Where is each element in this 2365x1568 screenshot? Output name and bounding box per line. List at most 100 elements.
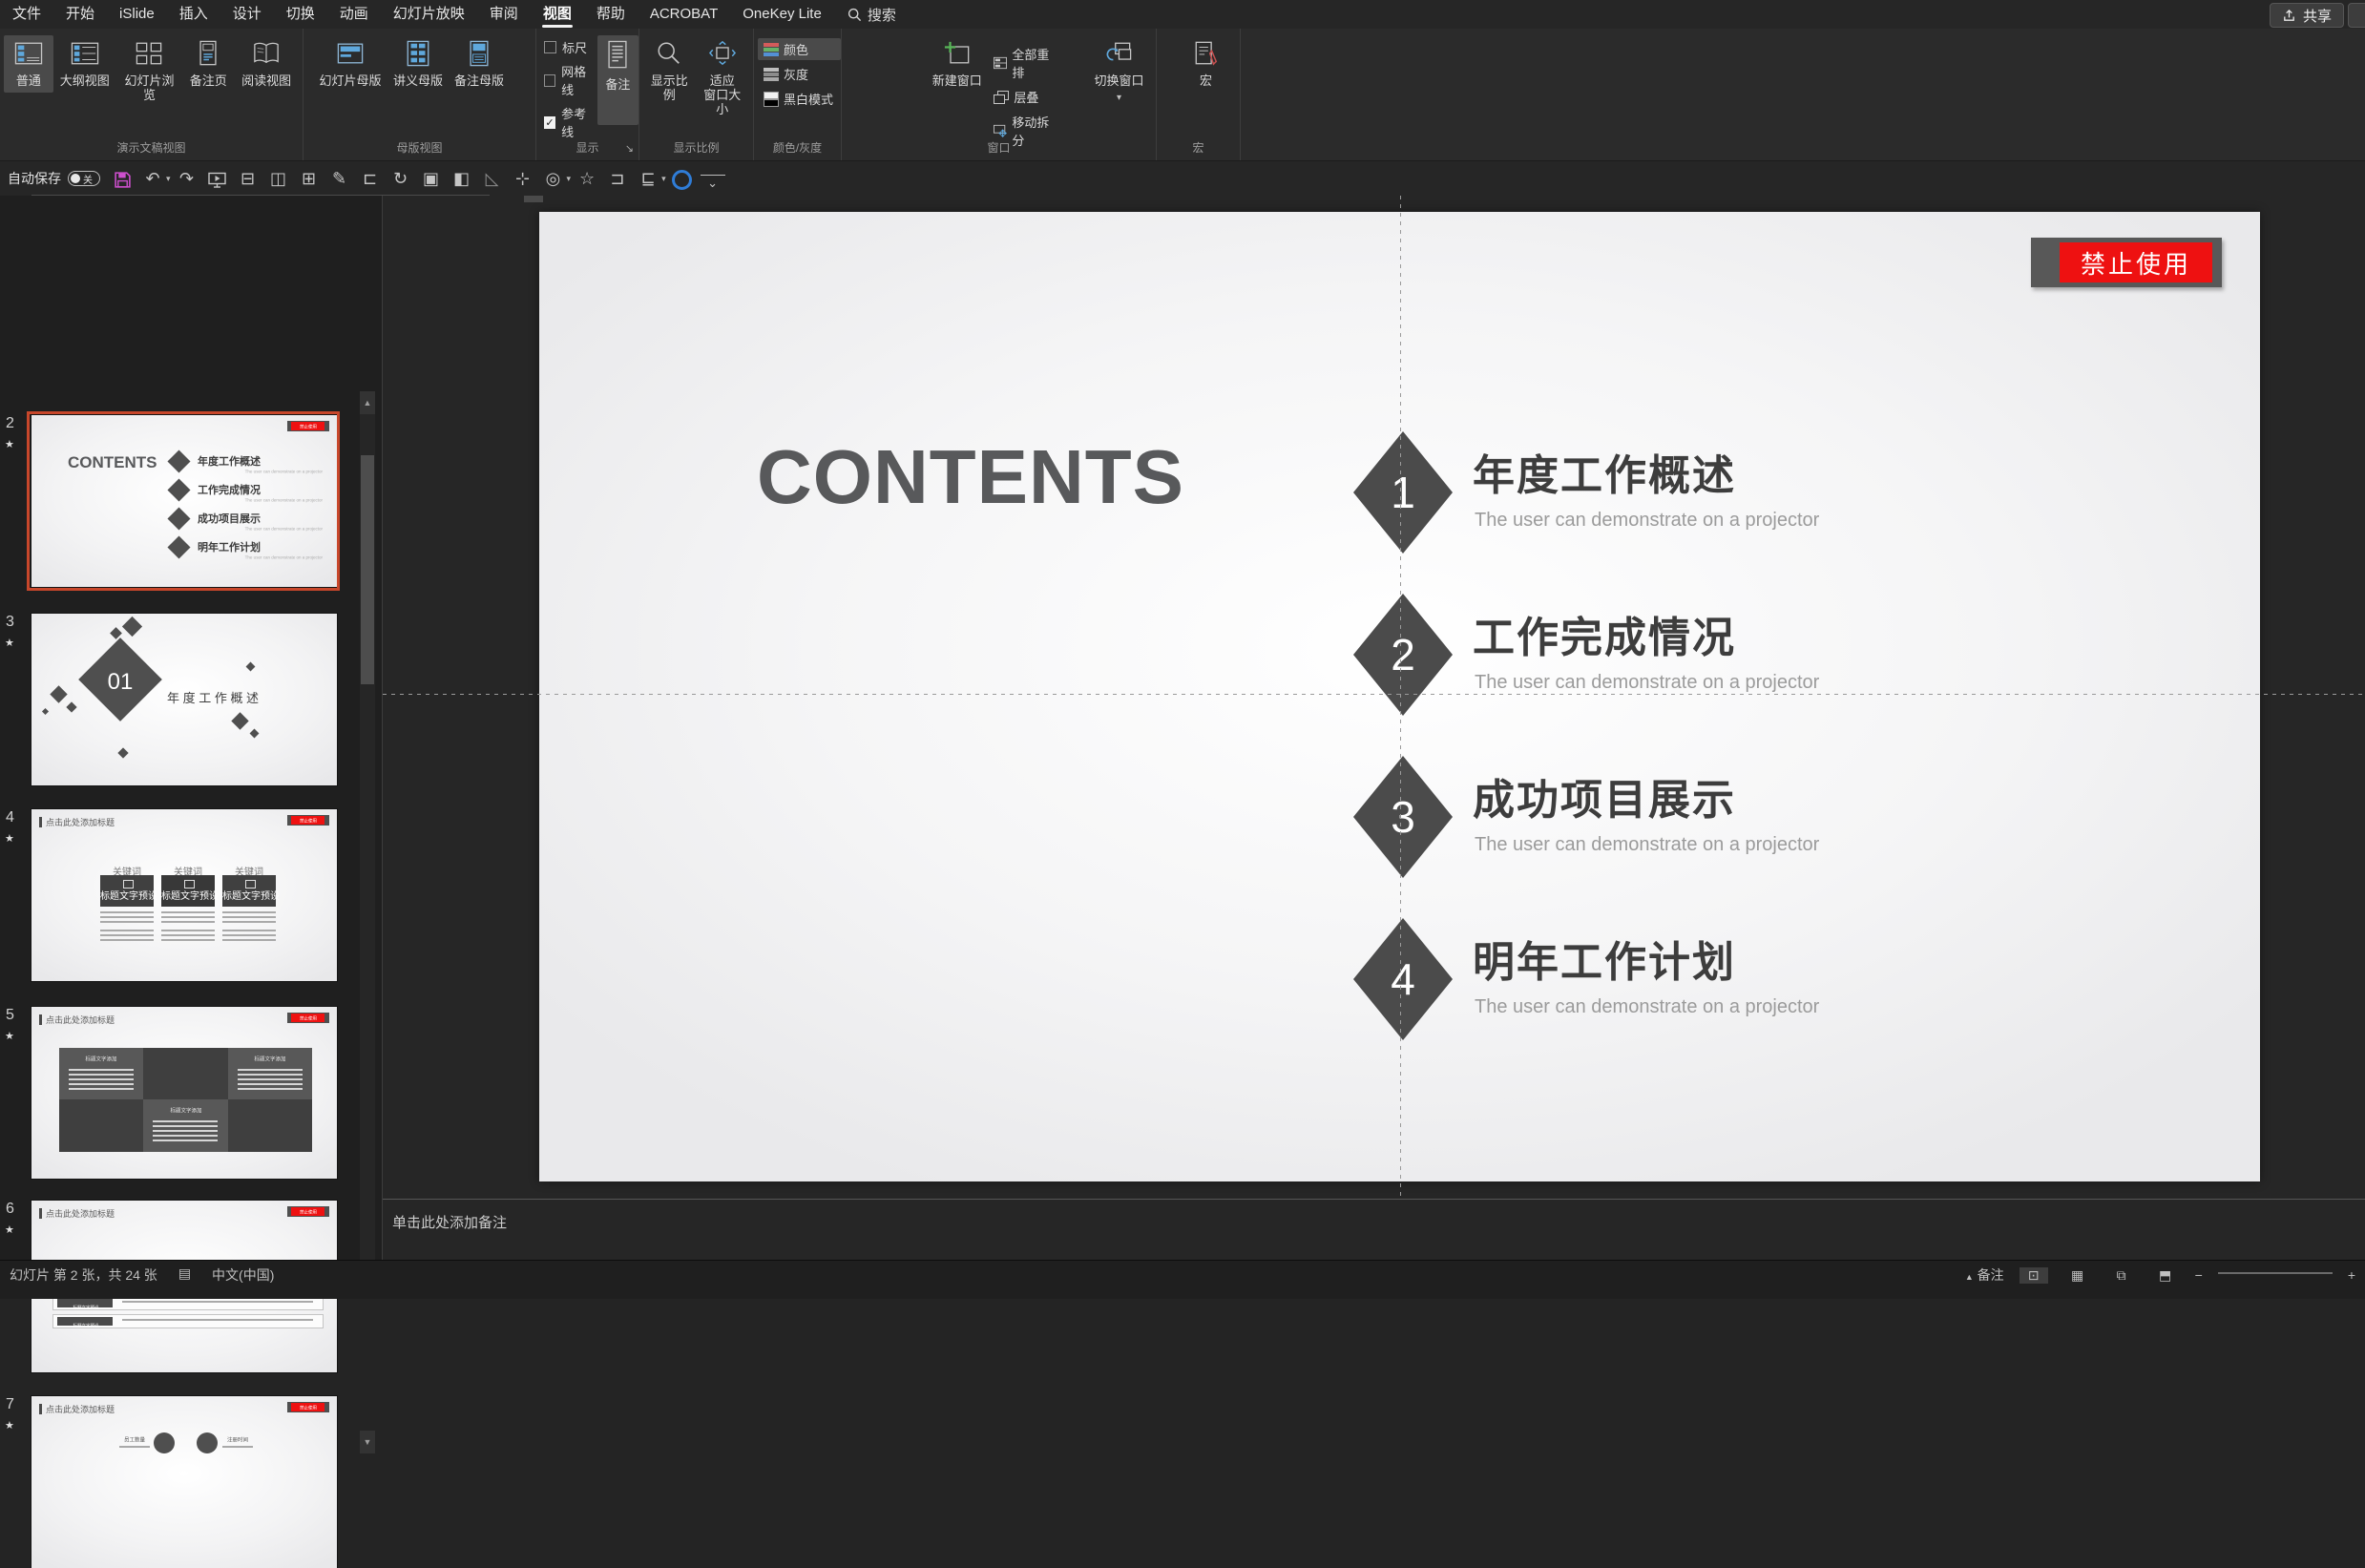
group-label-window: 窗口 <box>842 139 1156 156</box>
merge-shapes-icon[interactable]: ◎ <box>541 162 566 195</box>
tab-transitions[interactable]: 切换 <box>274 0 327 29</box>
edit-points-icon[interactable]: ◺ <box>480 162 505 195</box>
islide-tool-icon[interactable] <box>670 162 695 195</box>
slide-master-button[interactable]: 幻灯片母版 <box>313 35 387 93</box>
animation-painter-icon[interactable]: ☆ <box>575 162 599 195</box>
move-split-qat-icon[interactable]: ⊹ <box>511 162 535 195</box>
grayscale-button[interactable]: 灰度 <box>758 63 841 85</box>
spellcheck-icon[interactable]: ▤ <box>178 1265 191 1285</box>
status-bar: 幻灯片 第 2 张，共 24 张 ▤ 中文(中国) ▲ 备注 ⊡ ▦ ⧉ ⬒ −… <box>0 1260 2365 1299</box>
statusbar-reading-view-icon[interactable]: ⧉ <box>2107 1267 2136 1284</box>
distribute-horizontal-icon[interactable]: ◫ <box>266 162 291 195</box>
arrange-all-button[interactable]: 全部重排 <box>988 43 1061 83</box>
zoom-in-icon[interactable]: + <box>2348 1267 2355 1283</box>
slide-sorter-label: 幻灯片浏览 <box>119 73 180 102</box>
thumbnail-slide-4[interactable]: 点击此处添加标题 禁止使用 关键词 关键词 关键词 标题文字预设 标题文字预设 … <box>31 809 337 981</box>
tab-acrobat[interactable]: ACROBAT <box>638 0 730 29</box>
align-center-icon[interactable]: ⊟ <box>236 162 261 195</box>
notes-master-button[interactable]: 备注母版 <box>449 35 510 93</box>
fit-to-window-button[interactable]: 适应窗口大小 <box>696 35 749 121</box>
cascade-label: 层叠 <box>1014 88 1038 106</box>
notes-page-button[interactable]: 备注页 <box>182 35 234 93</box>
gridlines-checkbox[interactable]: 网格线 <box>544 62 596 98</box>
scroll-up-icon[interactable]: ▲ <box>360 391 375 414</box>
tab-onekey[interactable]: OneKey Lite <box>730 0 834 29</box>
macros-button[interactable]: 宏 <box>1182 35 1230 93</box>
editing-canvas[interactable]: CONTENTS 1 年度工作概述 The user can demonstra… <box>383 196 2365 1199</box>
tab-design[interactable]: 设计 <box>220 0 274 29</box>
align-objects-icon[interactable]: ⊑ <box>636 162 660 195</box>
outline-view-button[interactable]: 大纲视图 <box>53 35 116 93</box>
slide-sorter-button[interactable]: 幻灯片浏览 <box>116 35 183 107</box>
align-objects-dropdown-icon[interactable]: ▾ <box>661 174 666 184</box>
switch-windows-button[interactable]: 切换窗口 ▾ <box>1086 35 1152 107</box>
move-object-icon[interactable]: ⊐ <box>605 162 630 195</box>
scrollbar-thumb[interactable] <box>361 455 374 684</box>
horizontal-guide[interactable] <box>383 694 2365 695</box>
comments-button-partial[interactable] <box>2348 3 2365 28</box>
thumbnail-slide-3[interactable]: 01 年 度 工 作 概 述 <box>31 614 337 785</box>
autosave-toggle[interactable]: 自动保存 关 <box>8 169 100 188</box>
reading-view-button[interactable]: 阅读视图 <box>234 35 299 93</box>
statusbar-normal-view-icon[interactable]: ⊡ <box>2020 1267 2048 1284</box>
share-button[interactable]: 共享 <box>2270 3 2344 28</box>
zoom-button[interactable]: 显示比例 <box>643 35 696 107</box>
notes-button[interactable]: 备注 <box>597 35 638 125</box>
panel-divider[interactable] <box>382 196 383 1273</box>
search-box[interactable]: 搜索 <box>848 5 896 25</box>
statusbar-slideshow-icon[interactable]: ⬒ <box>2151 1267 2180 1284</box>
notes-pane[interactable]: 单击此处添加备注 <box>383 1199 2365 1261</box>
splitter-nub[interactable] <box>524 196 543 202</box>
switch-windows-dropdown-icon[interactable]: ▾ <box>1117 94 1121 102</box>
tab-view[interactable]: 视图 <box>531 0 584 29</box>
vertical-gu ide[interactable] <box>1400 196 1401 1199</box>
statusbar-sorter-view-icon[interactable]: ▦ <box>2063 1267 2092 1284</box>
ribbon-view-tab: 普通 大纲视图 幻灯片浏览 备注页 阅读视图 演示文稿视图 <box>0 29 2365 161</box>
rotate-object-icon[interactable]: ↻ <box>388 162 413 195</box>
save-icon[interactable] <box>110 162 135 195</box>
merge-shapes-dropdown-icon[interactable]: ▾ <box>567 174 572 184</box>
tab-animations[interactable]: 动画 <box>327 0 381 29</box>
scroll-down-icon[interactable]: ▼ <box>360 1431 375 1453</box>
bring-forward-icon[interactable]: ◧ <box>450 162 474 195</box>
zoom-out-icon[interactable]: − <box>2195 1267 2203 1283</box>
cascade-button[interactable]: 层叠 <box>988 86 1061 108</box>
redo-icon[interactable]: ↷ <box>175 162 199 195</box>
normal-view-button[interactable]: 普通 <box>4 35 53 93</box>
group-label-macros: 宏 <box>1157 139 1240 156</box>
thumb4-badge: 禁止使用 <box>287 815 329 826</box>
black-white-button[interactable]: 黑白模式 <box>758 88 841 110</box>
notes-toggle[interactable]: ▲ 备注 <box>1965 1265 2004 1285</box>
customize-qat-icon[interactable]: ⌄ <box>701 175 725 191</box>
align-left-icon[interactable]: ⊏ <box>358 162 383 195</box>
color-mode-label: 颜色 <box>784 40 808 58</box>
guides-checkbox[interactable]: ✓参考线 <box>544 104 596 140</box>
thumbnail-slide-2[interactable]: CONTENTS 禁止使用 年度工作概述 The user can demons… <box>31 415 337 587</box>
forbidden-badge[interactable]: 禁止使用 <box>2031 238 2222 287</box>
tab-help[interactable]: 帮助 <box>584 0 638 29</box>
group-presentation-views: 普通 大纲视图 幻灯片浏览 备注页 阅读视图 演示文稿视图 <box>0 29 303 160</box>
thumbnail-slide-5[interactable]: 点击此处添加标题 禁止使用 标题文字添加 标题文字添加 标题文字添加 <box>31 1007 337 1179</box>
ruler-checkbox[interactable]: 标尺 <box>544 38 596 56</box>
language-indicator[interactable]: 中文(中国) <box>212 1265 274 1285</box>
new-window-button[interactable]: 新建窗口 <box>926 35 988 93</box>
handout-master-button[interactable]: 讲义母版 <box>387 35 449 93</box>
tab-home[interactable]: 开始 <box>53 0 107 29</box>
cascade-icon <box>994 91 1009 104</box>
tab-islide[interactable]: iSlide <box>107 0 167 29</box>
tab-insert[interactable]: 插入 <box>167 0 220 29</box>
tab-file[interactable]: 文件 <box>0 0 53 29</box>
format-painter-icon[interactable]: ✎ <box>327 162 352 195</box>
show-dialog-launcher-icon[interactable]: ↘ <box>625 142 634 155</box>
autosave-switch-icon[interactable]: 关 <box>68 171 100 186</box>
undo-dropdown-icon[interactable]: ▾ <box>166 174 171 184</box>
align-middle-icon[interactable]: ⊞ <box>297 162 322 195</box>
tab-slideshow[interactable]: 幻灯片放映 <box>381 0 477 29</box>
undo-icon[interactable]: ↶ <box>140 162 165 195</box>
notes-placeholder[interactable]: 单击此处添加备注 <box>392 1212 507 1232</box>
start-slideshow-icon[interactable] <box>205 162 230 195</box>
color-mode-button[interactable]: 颜色 <box>758 38 841 60</box>
tab-review[interactable]: 审阅 <box>477 0 531 29</box>
thumbnail-slide-7[interactable]: 点击此处添加标题 禁止使用 员工数量 注册时间 <box>31 1396 337 1568</box>
group-objects-icon[interactable]: ▣ <box>419 162 444 195</box>
